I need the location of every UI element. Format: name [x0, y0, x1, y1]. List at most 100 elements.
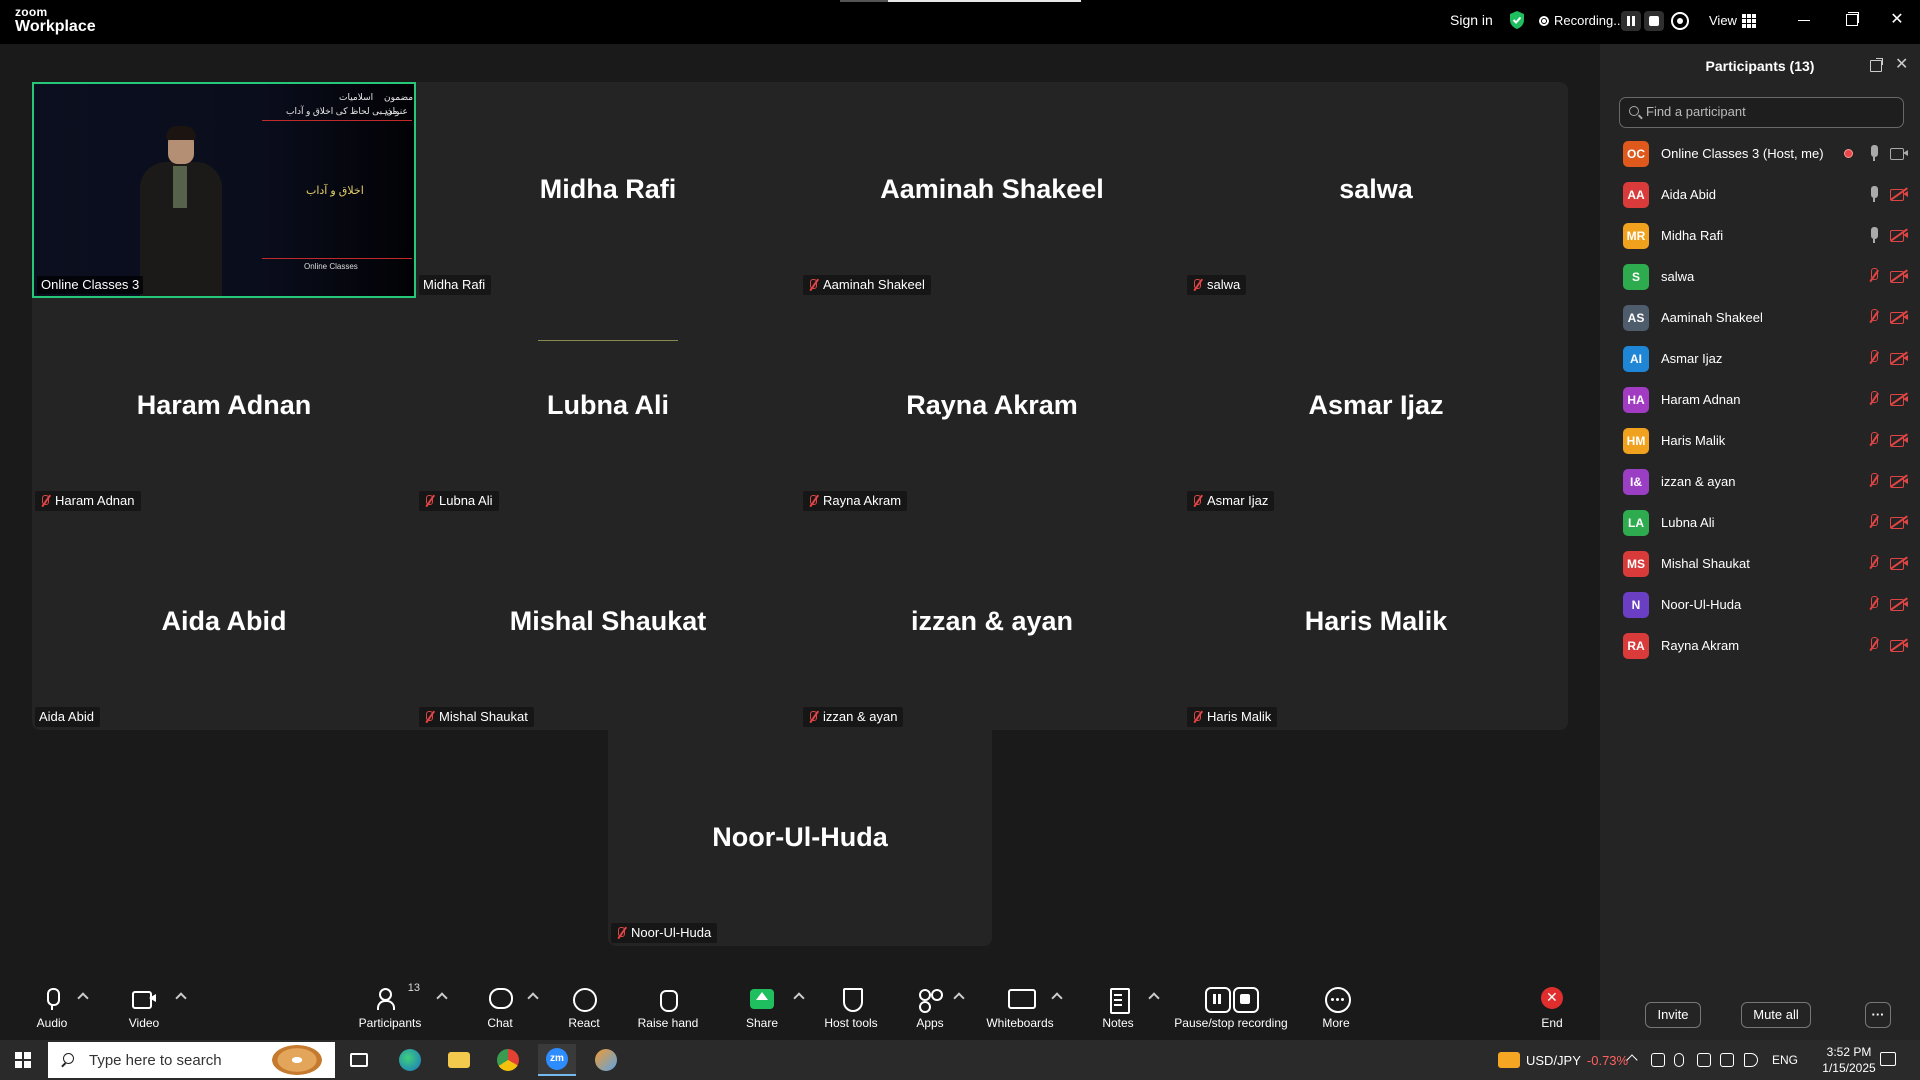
tray-app-icon[interactable]	[1651, 1053, 1665, 1067]
share-button[interactable]: Share	[744, 986, 780, 1036]
encryption-shield-icon[interactable]	[1508, 10, 1526, 30]
volume-icon[interactable]	[1744, 1053, 1758, 1067]
video-options-chevron-icon[interactable]	[175, 992, 187, 1004]
stop-recording-button[interactable]	[1644, 11, 1664, 31]
task-view-button[interactable]	[340, 1044, 378, 1076]
notes-options-chevron-icon[interactable]	[1148, 992, 1160, 1004]
participant-search[interactable]	[1619, 97, 1904, 128]
participant-row[interactable]: AA Aida Abid	[1600, 174, 1920, 215]
language-indicator[interactable]: ENG	[1772, 1040, 1798, 1080]
share-options-chevron-icon[interactable]	[793, 992, 805, 1004]
participant-tile[interactable]: Haris Malik Haris Malik	[1184, 514, 1568, 730]
participant-row[interactable]: I& izzan & ayan	[1600, 461, 1920, 502]
chat-button[interactable]: Chat	[482, 986, 518, 1036]
muted-microphone-icon[interactable]	[1868, 596, 1880, 612]
end-meeting-button[interactable]: End	[1536, 986, 1568, 1036]
camera-off-icon[interactable]	[1890, 351, 1908, 365]
pause-recording-button[interactable]	[1621, 11, 1641, 31]
presenter-video-tile[interactable]: اسلامیات مضمون مذہبی لحاظ کی اخلاق و آدا…	[32, 82, 416, 298]
camera-off-icon[interactable]	[1890, 638, 1908, 652]
participant-tile[interactable]: Midha Rafi Midha Rafi	[416, 82, 800, 298]
microphone-icon[interactable]	[1868, 227, 1880, 243]
camera-off-icon[interactable]	[1890, 515, 1908, 529]
participant-row[interactable]: HM Haris Malik	[1600, 420, 1920, 461]
panel-more-button[interactable]: ···	[1865, 1002, 1891, 1028]
muted-microphone-icon[interactable]	[1868, 268, 1880, 284]
taskbar-search[interactable]: Type here to search	[48, 1042, 335, 1078]
muted-microphone-icon[interactable]	[1868, 637, 1880, 653]
participant-row[interactable]: OC Online Classes 3 (Host, me)	[1600, 133, 1920, 174]
camera-off-icon[interactable]	[1890, 474, 1908, 488]
microphone-icon[interactable]	[1868, 145, 1880, 161]
notifications-icon[interactable]	[1880, 1052, 1896, 1066]
clock[interactable]: 3:52 PM 1/15/2025	[1813, 1040, 1885, 1080]
camera-off-icon[interactable]	[1890, 556, 1908, 570]
mute-all-button[interactable]: Mute all	[1741, 1002, 1811, 1028]
participant-search-input[interactable]	[1646, 104, 1896, 119]
camera-off-icon[interactable]	[1890, 228, 1908, 242]
grid-view-icon[interactable]	[1742, 14, 1756, 28]
participant-row[interactable]: AS Aaminah Shakeel	[1600, 297, 1920, 338]
zoom-app[interactable]: zm	[538, 1044, 576, 1076]
recording-status-icon[interactable]	[1671, 12, 1689, 30]
camera-off-icon[interactable]	[1890, 269, 1908, 283]
apps-options-chevron-icon[interactable]	[953, 992, 965, 1004]
participants-button[interactable]: 13 Participants	[355, 982, 425, 1036]
react-button[interactable]: React	[566, 986, 602, 1036]
camera-off-icon[interactable]	[1890, 597, 1908, 611]
invite-button[interactable]: Invite	[1645, 1002, 1701, 1028]
edge-app[interactable]	[391, 1044, 429, 1076]
more-button[interactable]: More	[1318, 986, 1354, 1036]
muted-microphone-icon[interactable]	[1868, 555, 1880, 571]
view-button[interactable]: View	[1709, 13, 1737, 28]
camera-icon[interactable]	[1890, 146, 1908, 160]
maximize-button[interactable]	[1836, 8, 1866, 32]
microphone-tray-icon[interactable]	[1674, 1053, 1684, 1067]
stock-ticker-widget[interactable]: USD/JPY -0.73%	[1498, 1040, 1628, 1080]
muted-microphone-icon[interactable]	[1868, 309, 1880, 325]
other-app[interactable]	[587, 1044, 625, 1076]
participant-row[interactable]: LA Lubna Ali	[1600, 502, 1920, 543]
camera-off-icon[interactable]	[1890, 433, 1908, 447]
participant-row[interactable]: AI Asmar Ijaz	[1600, 338, 1920, 379]
minimize-button[interactable]	[1789, 8, 1819, 32]
file-explorer-app[interactable]	[440, 1044, 478, 1076]
participant-row[interactable]: HA Haram Adnan	[1600, 379, 1920, 420]
participant-tile[interactable]: Aaminah Shakeel Aaminah Shakeel	[800, 82, 1184, 298]
participant-tile[interactable]: Lubna Ali Lubna Ali	[416, 298, 800, 514]
pause-stop-recording-button[interactable]: Pause/stop recording	[1172, 986, 1290, 1036]
participant-row[interactable]: N Noor-Ul-Huda	[1600, 584, 1920, 625]
close-panel-icon[interactable]: ✕	[1895, 54, 1908, 74]
participant-tile[interactable]: Haram Adnan Haram Adnan	[32, 298, 416, 514]
chat-options-chevron-icon[interactable]	[527, 992, 539, 1004]
muted-microphone-icon[interactable]	[1868, 514, 1880, 530]
muted-microphone-icon[interactable]	[1868, 473, 1880, 489]
sign-in-link[interactable]: Sign in	[1450, 12, 1493, 28]
popout-icon[interactable]	[1870, 58, 1883, 72]
apps-button[interactable]: Apps	[912, 986, 948, 1036]
raise-hand-button[interactable]: Raise hand	[637, 986, 699, 1036]
participant-row[interactable]: MR Midha Rafi	[1600, 215, 1920, 256]
participant-tile[interactable]: izzan & ayan izzan & ayan	[800, 514, 1184, 730]
participant-tile[interactable]: Asmar Ijaz Asmar Ijaz	[1184, 298, 1568, 514]
close-window-button[interactable]: ✕	[1882, 8, 1912, 32]
muted-microphone-icon[interactable]	[1868, 432, 1880, 448]
participant-row[interactable]: RA Rayna Akram	[1600, 625, 1920, 666]
participant-tile[interactable]: Noor-Ul-Huda Noor-Ul-Huda	[608, 730, 992, 946]
participant-tile[interactable]: salwa salwa	[1184, 82, 1568, 298]
video-button[interactable]: Video	[126, 986, 162, 1036]
participant-row[interactable]: Ssalwa	[1600, 256, 1920, 297]
muted-microphone-icon[interactable]	[1868, 350, 1880, 366]
audio-button[interactable]: Audio	[34, 986, 70, 1036]
participants-options-chevron-icon[interactable]	[436, 992, 448, 1004]
participant-tile[interactable]: Rayna Akram Rayna Akram	[800, 298, 1184, 514]
participant-tile[interactable]: Mishal Shaukat Mishal Shaukat	[416, 514, 800, 730]
camera-off-icon[interactable]	[1890, 187, 1908, 201]
participant-row[interactable]: MS Mishal Shaukat	[1600, 543, 1920, 584]
host-tools-button[interactable]: Host tools	[822, 986, 880, 1036]
audio-options-chevron-icon[interactable]	[77, 992, 89, 1004]
network-icon[interactable]	[1720, 1053, 1734, 1067]
whiteboards-button[interactable]: Whiteboards	[984, 986, 1056, 1036]
camera-off-icon[interactable]	[1890, 310, 1908, 324]
microphone-icon[interactable]	[1868, 186, 1880, 202]
